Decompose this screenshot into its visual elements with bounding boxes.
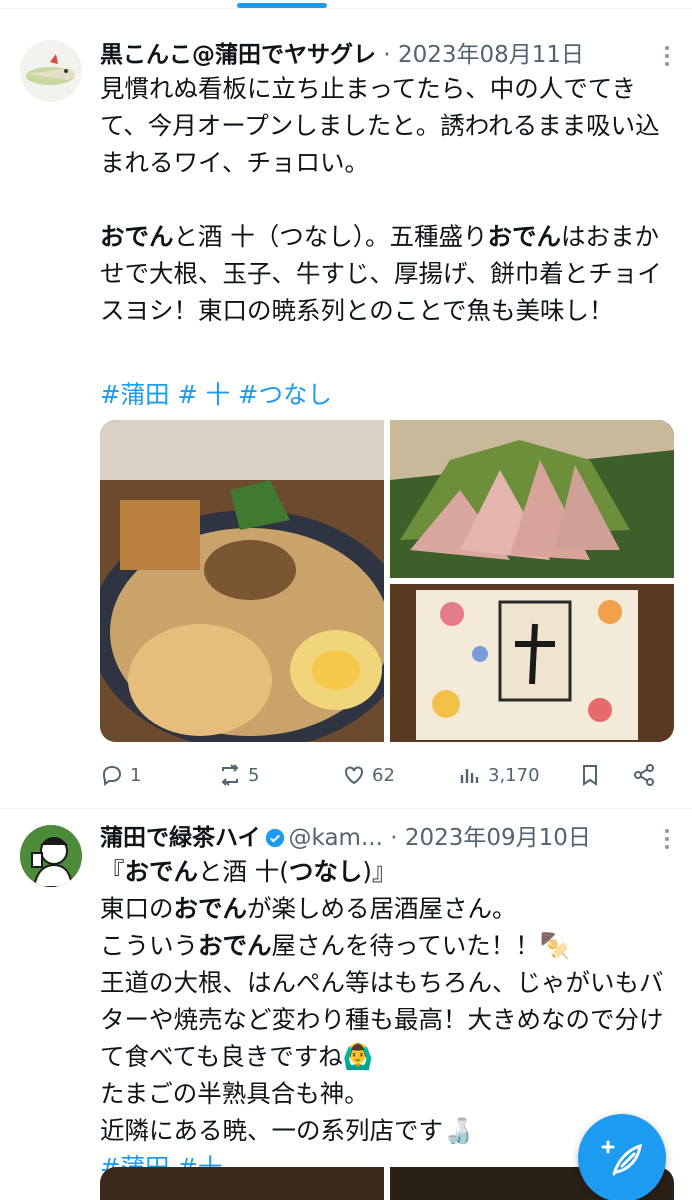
top-divider	[0, 8, 692, 9]
tweet-actions: 1 5 62 3,170	[100, 760, 674, 790]
bookmark-button[interactable]	[578, 760, 602, 790]
repost-button[interactable]: 5	[218, 760, 259, 790]
media-grid[interactable]	[100, 420, 674, 742]
views-count: 3,170	[488, 764, 540, 786]
text-segment: こういう	[100, 931, 198, 960]
like-button[interactable]: 62	[342, 760, 395, 790]
text-segment: 屋さんを待っていた！！🍢	[271, 931, 571, 960]
verified-icon	[265, 828, 284, 848]
avatar[interactable]	[20, 825, 82, 887]
tweet-line: たまごの半熟具合も神。	[100, 1079, 369, 1108]
reply-button[interactable]: 1	[100, 760, 141, 790]
text-segment: 『	[100, 857, 125, 886]
tweet-header: 黒こんこ@蒲田でヤサグレ · 2023年08月11日	[100, 38, 680, 72]
views-button[interactable]: 3,170	[458, 760, 540, 790]
highlight-term: おでん	[198, 931, 272, 960]
tweet-text: 見慣れぬ看板に立ち止まってたら、中の人でてきて、今月オープンしましたと。誘われる…	[100, 70, 674, 329]
avatar[interactable]	[20, 40, 82, 102]
share-button[interactable]	[632, 760, 656, 790]
views-icon	[460, 769, 479, 783]
tweet-line: 『おでんと酒 十(つなし)』	[100, 853, 674, 890]
highlight-term: おでん	[173, 894, 248, 923]
like-icon	[345, 766, 363, 785]
repost-icon	[221, 764, 239, 786]
date-separator: ·	[382, 825, 405, 851]
display-name[interactable]: 黒こんこ@蒲田でヤサグレ	[100, 42, 376, 68]
compose-icon	[601, 1140, 642, 1176]
like-count: 62	[372, 764, 395, 786]
tweet-line: こういうおでん屋さんを待っていた！！🍢	[100, 927, 674, 964]
more-icon[interactable]	[664, 829, 670, 851]
highlight-term: おでん	[487, 222, 562, 251]
highlight-term: つなし	[288, 857, 363, 886]
tweet-card[interactable]: 黒こんこ@蒲田でヤサグレ · 2023年08月11日 見慣れぬ看板に立ち止まって…	[0, 22, 692, 808]
tweet-paragraph: おでんと酒 十（つなし）。五種盛りおでんはおまかせで大根、玉子、牛すじ、厚揚げ、…	[100, 218, 674, 329]
highlight-term: おでん	[124, 857, 199, 886]
display-name[interactable]: 蒲田で緑茶ハイ	[100, 825, 261, 851]
text-segment: が楽しめる居酒屋さん。	[247, 894, 517, 923]
oden-photo[interactable]	[100, 420, 384, 742]
text-segment: と酒 十（つなし）。五種盛り	[173, 222, 488, 251]
tweet-paragraph: 見慣れぬ看板に立ち止まってたら、中の人でてきて、今月オープンしましたと。誘われる…	[100, 74, 660, 177]
food-photo[interactable]	[100, 1167, 384, 1200]
tweet-header: 蒲田で緑茶ハイ @kam... · 2023年09月10日	[100, 821, 680, 855]
reply-count: 1	[130, 764, 142, 786]
sashimi-photo[interactable]	[390, 420, 674, 578]
signboard-photo[interactable]	[390, 584, 674, 742]
tweet-line: 王道の大根、はんぺん等はもちろん、じゃがいもバターや焼売など変わり種も最高！大き…	[100, 968, 664, 1071]
handle[interactable]: @kam...	[289, 825, 383, 851]
bookmark-icon	[583, 765, 597, 786]
tweet-date[interactable]: 2023年08月11日	[398, 42, 584, 68]
date-separator: ·	[376, 42, 398, 68]
tweet-date[interactable]: 2023年09月10日	[405, 825, 591, 851]
reply-icon	[102, 765, 122, 786]
tweet-line: 東口のおでんが楽しめる居酒屋さん。	[100, 890, 674, 927]
text-segment: 東口の	[100, 894, 174, 923]
highlight-term: おでん	[100, 222, 174, 251]
text-segment: )』	[362, 857, 397, 886]
hashtags[interactable]: #蒲田 # 十 #つなし	[100, 376, 332, 413]
more-icon[interactable]	[664, 46, 670, 68]
repost-count: 5	[248, 764, 260, 786]
share-icon	[634, 764, 654, 786]
text-segment: と酒 十(	[198, 857, 289, 886]
compose-button[interactable]	[578, 1114, 666, 1200]
